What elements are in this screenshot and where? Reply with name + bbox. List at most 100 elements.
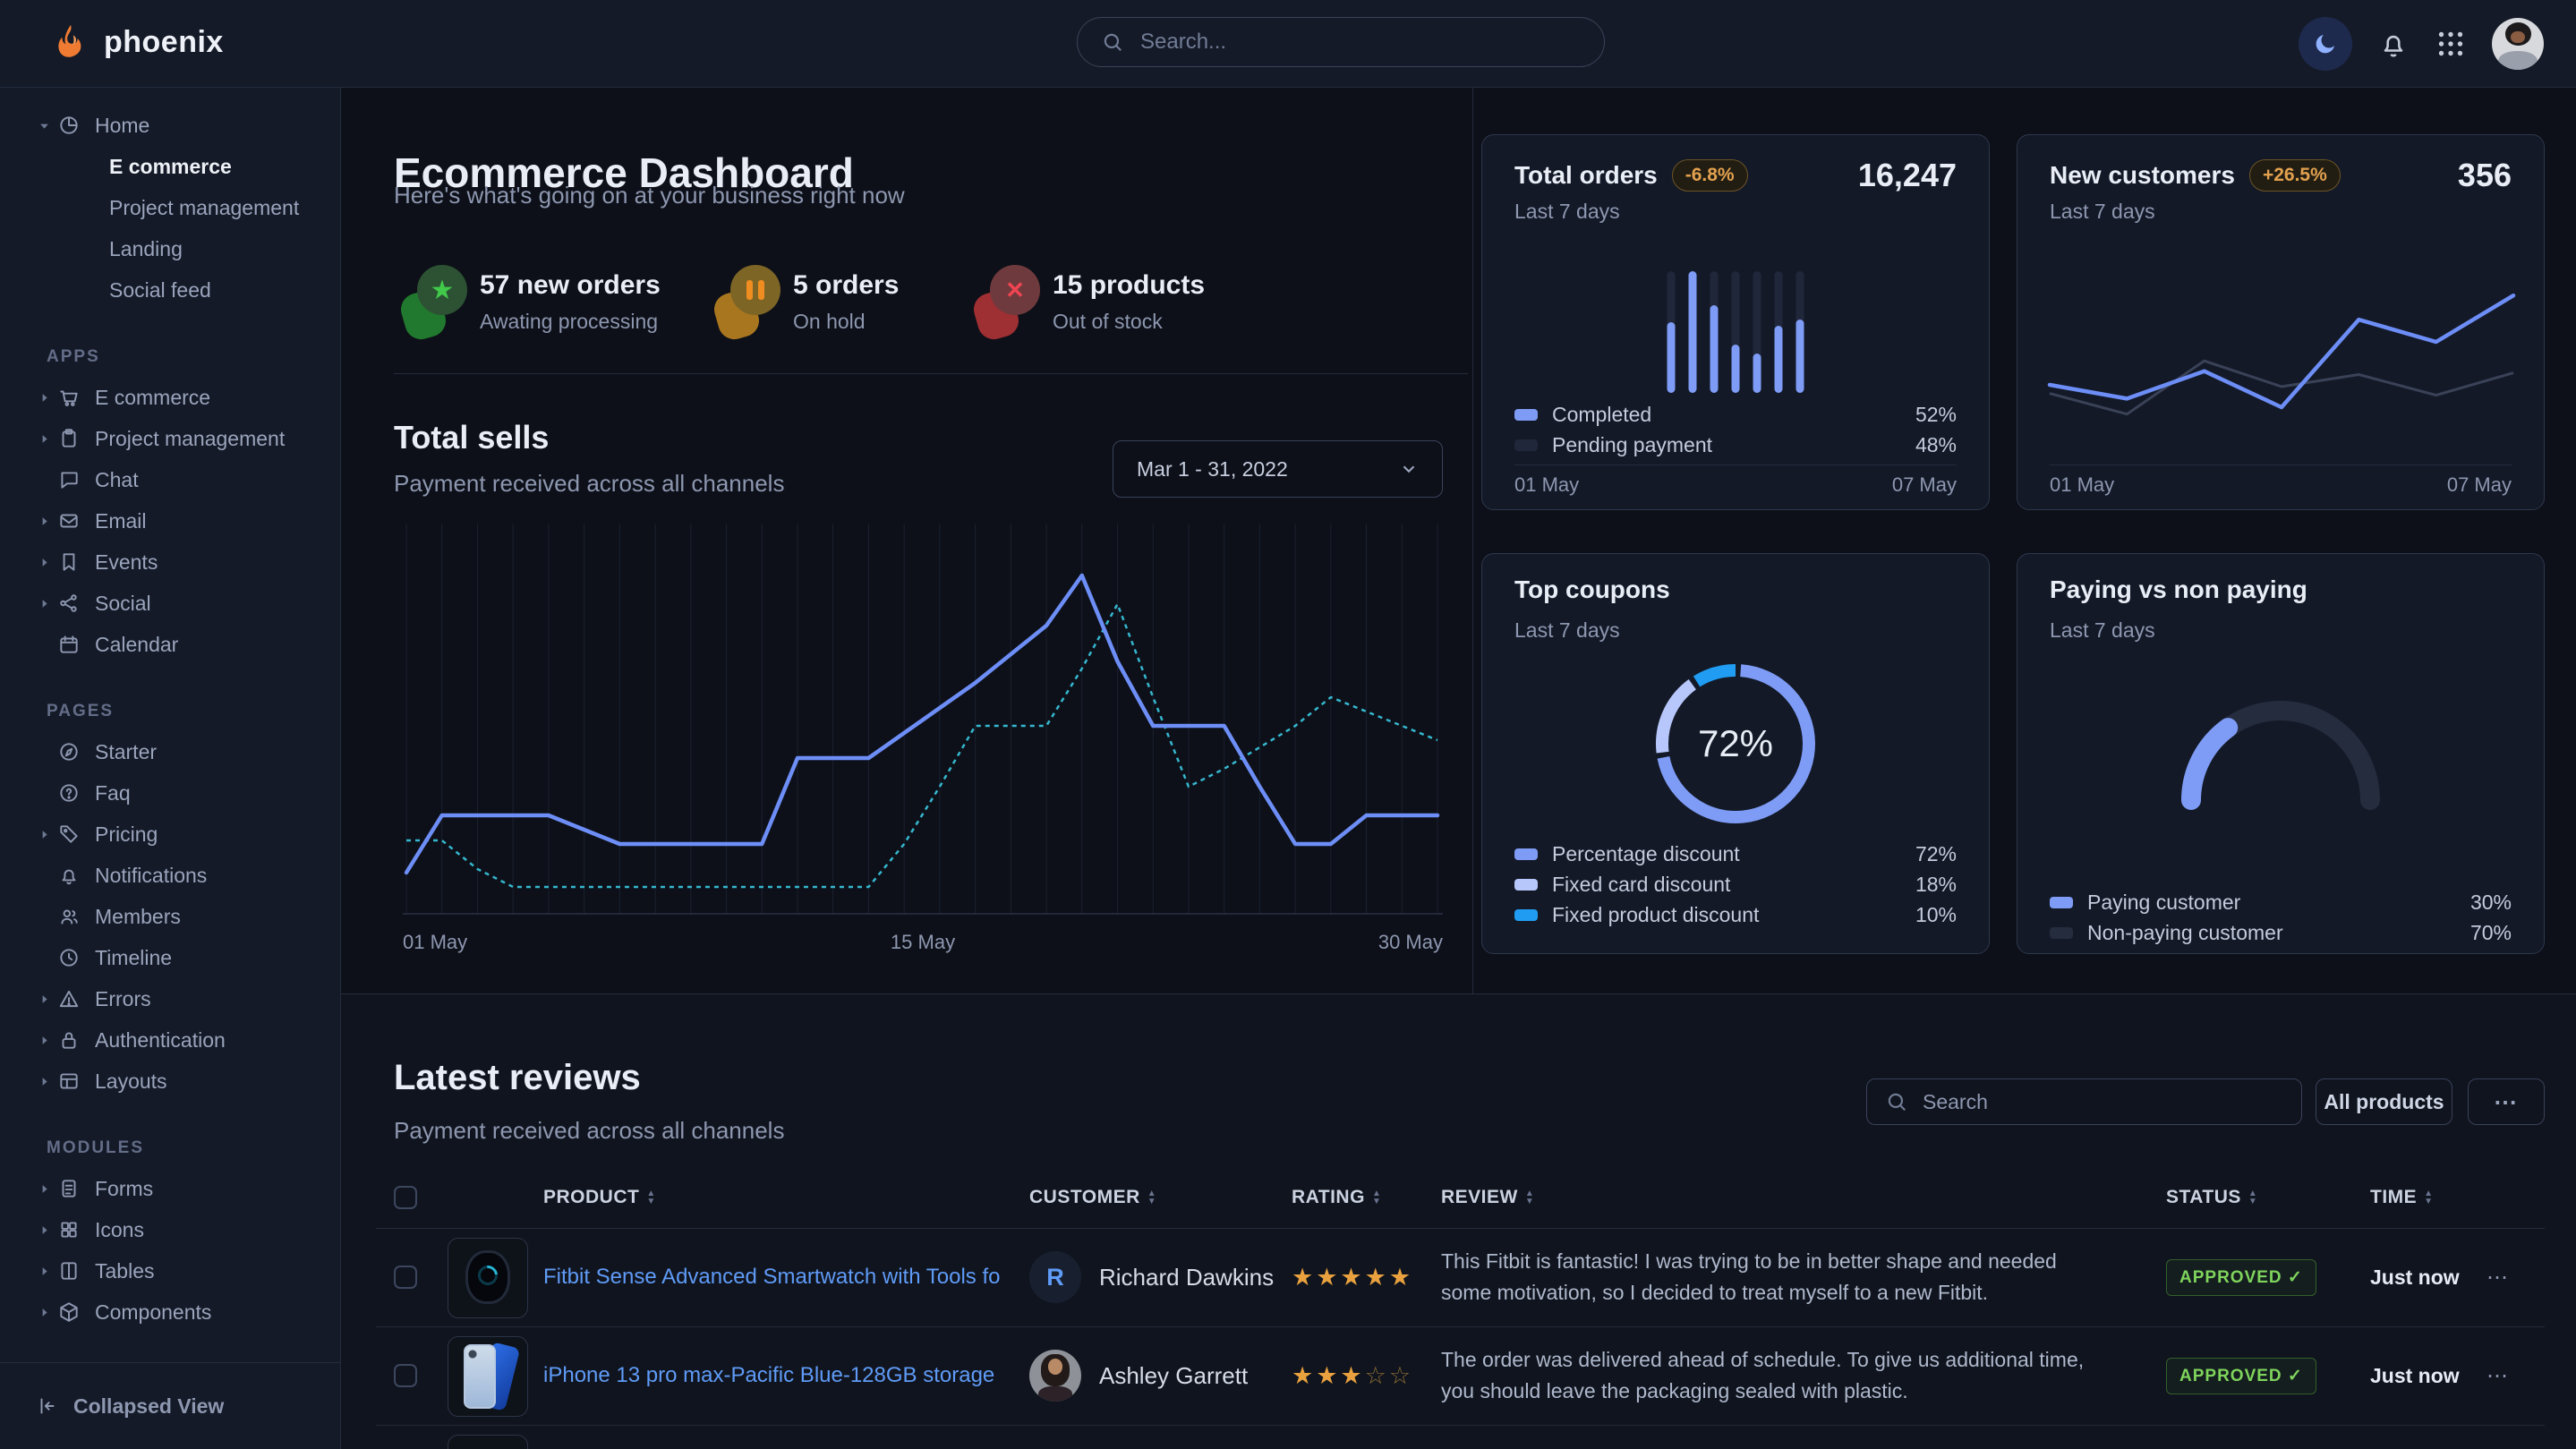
sidebar-item-faq[interactable]: Faq bbox=[0, 772, 340, 814]
order-bar-pending bbox=[1775, 271, 1783, 393]
sidebar-item-chat[interactable]: Chat bbox=[0, 459, 340, 500]
column-header-customer[interactable]: CUSTOMER▲▼ bbox=[1029, 1167, 1156, 1228]
sidebar-item-pricing[interactable]: Pricing bbox=[0, 814, 340, 855]
topbar-actions bbox=[2299, 0, 2544, 87]
legend-row-fixed-product-discount: Fixed product discount 10% bbox=[1514, 899, 1957, 930]
sidebar-item-tables[interactable]: Tables bbox=[0, 1250, 340, 1291]
sidebar-item-calendar[interactable]: Calendar bbox=[0, 624, 340, 665]
column-header-status[interactable]: STATUS▲▼ bbox=[2166, 1167, 2257, 1228]
sidebar-item-layouts[interactable]: Layouts bbox=[0, 1061, 340, 1102]
product-thumbnail-partial[interactable] bbox=[448, 1435, 528, 1449]
total-orders-card: Total orders -6.8% 16,247 Last 7 days Co… bbox=[1481, 134, 1990, 510]
column-header-time[interactable]: TIME▲▼ bbox=[2370, 1167, 2434, 1228]
top-coupons-head: Top coupons bbox=[1514, 575, 1957, 604]
sidebar-item-components[interactable]: Components bbox=[0, 1291, 340, 1333]
theme-toggle-button[interactable] bbox=[2299, 17, 2352, 71]
product-link[interactable]: iPhone 13 pro max-Pacific Blue-128GB sto… bbox=[543, 1326, 994, 1425]
status-badge: APPROVED ✓ bbox=[2166, 1259, 2316, 1296]
sidebar-item-authentication[interactable]: Authentication bbox=[0, 1019, 340, 1061]
user-avatar[interactable] bbox=[2492, 18, 2544, 70]
caret-right-icon bbox=[38, 1182, 55, 1196]
sidebar-section-apps: APPS bbox=[0, 337, 340, 377]
global-search-input[interactable] bbox=[1139, 29, 1581, 55]
sidebar-item-social[interactable]: Social bbox=[0, 583, 340, 624]
date-range-picker[interactable]: Mar 1 - 31, 2022 bbox=[1113, 440, 1443, 498]
caret-right-icon bbox=[38, 1223, 55, 1237]
paying-head: Paying vs non paying bbox=[2050, 575, 2512, 604]
product-link[interactable]: Fitbit Sense Advanced Smartwatch with To… bbox=[543, 1228, 1000, 1326]
stat-label: Out of stock bbox=[1053, 310, 1205, 334]
sidebar-item-project-management[interactable]: Project management bbox=[0, 418, 340, 459]
product-thumbnail-phone[interactable] bbox=[448, 1336, 528, 1417]
sidebar-item-starter[interactable]: Starter bbox=[0, 731, 340, 772]
new-customers-card: New customers +26.5% 356 Last 7 days 01 … bbox=[2017, 134, 2545, 510]
sidebar-item-icons[interactable]: Icons bbox=[0, 1209, 340, 1250]
sidebar-subitem-e-commerce[interactable]: E commerce bbox=[0, 146, 340, 187]
moon-icon bbox=[2312, 30, 2339, 57]
new-customers-period: Last 7 days bbox=[2050, 200, 2155, 224]
notifications-bell-icon[interactable] bbox=[2377, 28, 2410, 60]
sidebar-subitem-social-feed[interactable]: Social feed bbox=[0, 269, 340, 311]
top-coupons-title: Top coupons bbox=[1514, 575, 1670, 604]
collapsed-view-button[interactable]: Collapsed View bbox=[0, 1362, 340, 1449]
row-checkbox[interactable] bbox=[394, 1266, 417, 1289]
x-icon: ✕ bbox=[1005, 277, 1025, 304]
order-bar-completed bbox=[1689, 271, 1697, 393]
legend-row-completed: Completed 52% bbox=[1514, 399, 1957, 430]
row-actions-button[interactable]: ⋯ bbox=[2486, 1228, 2510, 1326]
column-header-review[interactable]: REVIEW▲▼ bbox=[1441, 1167, 1534, 1228]
legend-value: 48% bbox=[1915, 433, 1957, 457]
stat-label: Awating processing bbox=[480, 310, 661, 334]
brand-logo[interactable]: phoenix bbox=[50, 21, 224, 63]
sort-icon: ▲▼ bbox=[2424, 1189, 2433, 1206]
column-header-product[interactable]: PRODUCT▲▼ bbox=[543, 1167, 656, 1228]
legend-swatch bbox=[1514, 409, 1538, 421]
sidebar-item-label: E commerce bbox=[95, 386, 210, 410]
reviews-search[interactable] bbox=[1866, 1078, 2302, 1125]
topbar: phoenix bbox=[0, 0, 2576, 88]
row-actions-button[interactable]: ⋯ bbox=[2486, 1326, 2510, 1425]
global-search[interactable] bbox=[1077, 17, 1605, 67]
legend-row-percentage-discount: Percentage discount 72% bbox=[1514, 839, 1957, 869]
reviews-search-input[interactable] bbox=[1921, 1089, 2283, 1115]
sidebar-subitem-landing[interactable]: Landing bbox=[0, 228, 340, 269]
sidebar-item-email[interactable]: Email bbox=[0, 500, 340, 541]
apps-grid-icon[interactable] bbox=[2435, 28, 2467, 60]
review-text: The order was delivered ahead of schedul… bbox=[1441, 1326, 2099, 1425]
sidebar-item-events[interactable]: Events bbox=[0, 541, 340, 583]
sidebar-section-modules: MODULES bbox=[0, 1129, 340, 1168]
sidebar-item-timeline[interactable]: Timeline bbox=[0, 937, 340, 978]
all-products-button[interactable]: All products bbox=[2316, 1078, 2452, 1125]
customer-avatar-initial: R bbox=[1029, 1251, 1081, 1303]
column-header-rating[interactable]: RATING▲▼ bbox=[1292, 1167, 1381, 1228]
paying-title: Paying vs non paying bbox=[2050, 575, 2307, 604]
sidebar-item-notifications[interactable]: Notifications bbox=[0, 855, 340, 896]
sidebar: HomeE commerceProject managementLandingS… bbox=[0, 87, 341, 1449]
sidebar-item-e-commerce[interactable]: E commerce bbox=[0, 377, 340, 418]
page-subtitle: Here's what's going on at your business … bbox=[394, 182, 905, 209]
reviews-more-button[interactable]: ⋯ bbox=[2468, 1078, 2545, 1125]
review-time: Just now bbox=[2370, 1326, 2460, 1425]
sidebar-subitem-project-management[interactable]: Project management bbox=[0, 187, 340, 228]
order-bar-completed bbox=[1796, 320, 1804, 393]
sidebar-item-label: Calendar bbox=[95, 633, 178, 657]
sidebar-item-forms[interactable]: Forms bbox=[0, 1168, 340, 1209]
select-all-checkbox[interactable] bbox=[394, 1186, 417, 1209]
sidebar-item-label: Project management bbox=[95, 427, 285, 451]
legend-row-non-paying-customer: Non-paying customer 70% bbox=[2050, 917, 2512, 948]
top-coupons-donut-chart: 72% bbox=[1646, 654, 1825, 833]
paying-period: Last 7 days bbox=[2050, 618, 2155, 643]
latest-reviews-subtitle: Payment received across all channels bbox=[394, 1117, 784, 1145]
sidebar-item-home[interactable]: Home bbox=[0, 105, 340, 146]
clock-icon bbox=[57, 946, 81, 969]
sidebar-item-label: Layouts bbox=[95, 1070, 167, 1094]
customer-cell: RRichard Dawkins bbox=[1029, 1228, 1274, 1326]
sidebar-item-members[interactable]: Members bbox=[0, 896, 340, 937]
grid4-icon bbox=[57, 1218, 81, 1241]
new-customers-title: New customers bbox=[2050, 161, 2235, 190]
total-orders-badge: -6.8% bbox=[1672, 159, 1748, 192]
legend-value: 70% bbox=[2470, 921, 2512, 945]
row-checkbox[interactable] bbox=[394, 1364, 417, 1387]
product-thumbnail-smartwatch[interactable] bbox=[448, 1238, 528, 1318]
sidebar-item-errors[interactable]: Errors bbox=[0, 978, 340, 1019]
